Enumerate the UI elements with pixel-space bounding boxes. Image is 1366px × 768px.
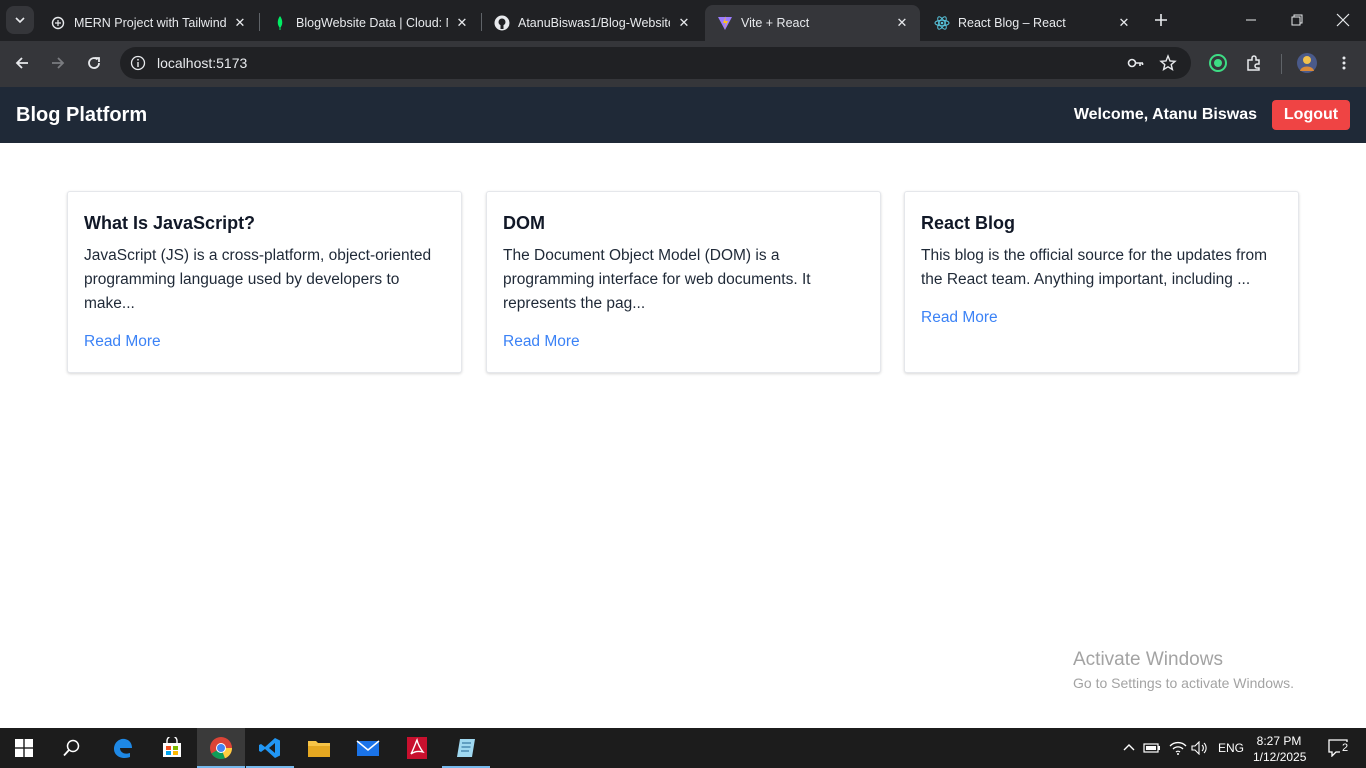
post-excerpt: This blog is the official source for the… xyxy=(921,247,1268,288)
reload-icon xyxy=(88,57,100,69)
acrobat-icon[interactable] xyxy=(393,728,441,768)
mongodb-leaf-icon xyxy=(272,15,288,31)
restore-button[interactable] xyxy=(1274,0,1320,40)
system-clock[interactable]: 8:27 PM 1/12/2025 xyxy=(1253,733,1307,765)
github-icon xyxy=(494,15,510,31)
vscode-icon[interactable] xyxy=(246,728,294,768)
windows-taskbar: ENG 8:27 PM 1/12/2025 2 xyxy=(0,728,1366,768)
app-navbar: Blog Platform Welcome, Atanu Biswas Logo… xyxy=(0,87,1366,143)
bookmark-star-icon[interactable] xyxy=(1158,53,1178,73)
arrow-left-icon xyxy=(15,57,28,69)
notifications-button[interactable]: 2 xyxy=(1320,728,1356,768)
tab-title: AtanuBiswas1/Blog-Website xyxy=(518,16,670,30)
tab-search-button[interactable] xyxy=(6,6,34,34)
close-icon[interactable]: ✕ xyxy=(454,15,470,31)
address-bar[interactable]: localhost:5173 xyxy=(120,47,1191,79)
post-excerpt: JavaScript (JS) is a cross-platform, obj… xyxy=(84,247,432,312)
reload-button[interactable] xyxy=(80,49,108,77)
minimize-button[interactable] xyxy=(1228,0,1274,40)
welcome-text: Welcome, Atanu Biswas xyxy=(1073,106,1257,123)
chevron-down-icon xyxy=(15,17,25,24)
tab-react-blog[interactable]: React Blog – React ✕ xyxy=(922,5,1142,41)
notification-count-badge: 2 xyxy=(1340,742,1351,754)
back-button[interactable] xyxy=(8,49,36,77)
post-card: What Is JavaScript? JavaScript (JS) is a… xyxy=(67,191,462,373)
edge-icon[interactable] xyxy=(99,728,147,768)
tab-title: React Blog – React xyxy=(958,16,1066,30)
logout-button[interactable]: Logout xyxy=(1272,100,1350,130)
store-icon[interactable] xyxy=(148,728,196,768)
file-explorer-icon[interactable] xyxy=(295,728,343,768)
watermark-heading: Activate Windows xyxy=(1073,649,1223,670)
tab-title: MERN Project with Tailwind xyxy=(74,16,226,30)
tab-vite-react[interactable]: Vite + React ✕ xyxy=(705,5,920,41)
minimize-icon xyxy=(1246,19,1256,21)
chrome-icon[interactable] xyxy=(197,728,245,768)
wifi-icon[interactable] xyxy=(1168,728,1188,768)
volume-icon[interactable] xyxy=(1190,728,1210,768)
tab-mern-project[interactable]: MERN Project with Tailwind ✕ xyxy=(38,5,258,41)
browser-tab-strip: MERN Project with Tailwind ✕ BlogWebsite… xyxy=(0,0,1366,41)
language-indicator[interactable]: ENG xyxy=(1214,728,1248,768)
forward-button[interactable] xyxy=(44,49,72,77)
mail-icon[interactable] xyxy=(344,728,392,768)
notepad-icon[interactable] xyxy=(442,728,490,768)
watermark-subtext: Go to Settings to activate Windows. xyxy=(1073,675,1294,691)
close-icon[interactable]: ✕ xyxy=(894,15,910,31)
page-viewport: Blog Platform Welcome, Atanu Biswas Logo… xyxy=(0,87,1366,728)
close-icon xyxy=(1336,13,1350,27)
battery-icon[interactable] xyxy=(1142,728,1162,768)
clock-date: 1/12/2025 xyxy=(1253,750,1307,764)
chevron-up-icon[interactable] xyxy=(1120,728,1138,768)
new-tab-button[interactable] xyxy=(1149,8,1173,32)
toolbar-divider xyxy=(1281,54,1282,74)
windows-start-icon[interactable] xyxy=(0,728,48,768)
chatgpt-icon xyxy=(50,15,66,31)
tab-blogwebsite-data[interactable]: BlogWebsite Data | Cloud: M ✕ xyxy=(260,5,480,41)
react-icon xyxy=(934,15,950,31)
close-icon[interactable]: ✕ xyxy=(676,15,692,31)
profile-avatar[interactable] xyxy=(1295,51,1319,75)
activate-windows-watermark: Activate Windows Go to Settings to activ… xyxy=(1073,649,1294,691)
post-card: React Blog This blog is the official sou… xyxy=(904,191,1299,373)
tab-title: Vite + React xyxy=(741,16,810,30)
browser-toolbar: localhost:5173 xyxy=(0,41,1366,87)
tab-github-repo[interactable]: AtanuBiswas1/Blog-Website ✕ xyxy=(482,5,702,41)
site-info-icon[interactable] xyxy=(128,53,148,73)
extension-target-icon[interactable] xyxy=(1206,51,1230,75)
plus-icon xyxy=(1155,14,1167,26)
clock-time: 8:27 PM xyxy=(1256,734,1302,748)
read-more-link[interactable]: Read More xyxy=(84,332,161,352)
search-icon[interactable] xyxy=(48,728,96,768)
restore-icon xyxy=(1291,14,1303,26)
more-menu-icon[interactable] xyxy=(1332,51,1356,75)
post-title: React Blog xyxy=(921,213,1016,233)
post-excerpt: The Document Object Model (DOM) is a pro… xyxy=(503,247,811,312)
post-title: DOM xyxy=(503,213,545,233)
close-window-button[interactable] xyxy=(1320,0,1366,40)
tab-title: BlogWebsite Data | Cloud: M xyxy=(296,16,448,30)
vite-icon xyxy=(717,15,733,31)
arrow-right-icon xyxy=(52,57,65,69)
read-more-link[interactable]: Read More xyxy=(503,332,580,352)
close-icon[interactable]: ✕ xyxy=(1116,15,1132,31)
post-title: What Is JavaScript? xyxy=(84,213,256,233)
close-icon[interactable]: ✕ xyxy=(232,15,248,31)
read-more-link[interactable]: Read More xyxy=(921,308,998,328)
extensions-puzzle-icon[interactable] xyxy=(1242,51,1266,75)
post-card: DOM The Document Object Model (DOM) is a… xyxy=(486,191,881,373)
password-key-icon[interactable] xyxy=(1126,53,1146,73)
url-text[interactable]: localhost:5173 xyxy=(157,55,247,71)
brand-title[interactable]: Blog Platform xyxy=(16,104,147,127)
